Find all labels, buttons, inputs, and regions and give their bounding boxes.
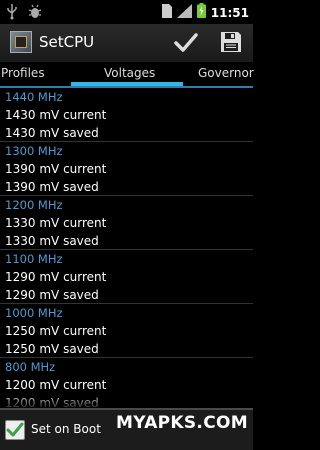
current-voltage: 1290 mV current: [5, 270, 107, 284]
frequency-label: 800 MHz: [5, 360, 56, 374]
list-item[interactable]: 1100 MHz 1290 mV current 1290 mV saved: [0, 250, 253, 304]
clock: 11:51: [210, 5, 249, 20]
saved-voltage: 1200 mV saved: [5, 396, 99, 408]
app-title: SetCPU: [39, 33, 95, 51]
current-voltage: 1200 mV current: [5, 378, 107, 392]
saved-voltage: 1390 mV saved: [5, 180, 99, 194]
action-bar: SetCPU: [0, 24, 253, 63]
list-item[interactable]: 1200 MHz 1330 mV current 1330 mV saved: [0, 196, 253, 250]
frequency-label: 1100 MHz: [5, 252, 63, 266]
frequency-label: 1000 MHz: [5, 306, 63, 320]
save-icon[interactable]: [219, 30, 243, 54]
current-voltage: 1330 mV current: [5, 216, 107, 230]
frequency-label: 1300 MHz: [5, 144, 63, 158]
tab-bar: Profiles Voltages Governor: [0, 62, 254, 88]
saved-voltage: 1430 mV saved: [5, 126, 99, 140]
saved-voltage: 1330 mV saved: [5, 234, 99, 248]
list-item[interactable]: 1440 MHz 1430 mV current 1430 mV saved: [0, 88, 253, 142]
voltage-list[interactable]: 1440 MHz 1430 mV current 1430 mV saved 1…: [0, 88, 253, 408]
tab-profiles[interactable]: Profiles: [1, 66, 45, 80]
current-voltage: 1250 mV current: [5, 324, 107, 338]
battery-icon: [196, 3, 206, 22]
set-on-boot-checkbox[interactable]: [5, 420, 25, 440]
frequency-label: 1440 MHz: [5, 90, 63, 104]
tab-voltages[interactable]: Voltages: [104, 66, 155, 80]
status-bar: 11:51: [0, 0, 253, 24]
watermark: MYAPKS.COM: [116, 413, 248, 433]
list-item[interactable]: 800 MHz 1200 mV current 1200 mV saved: [0, 358, 253, 408]
signal-icon: [176, 3, 192, 22]
saved-voltage: 1250 mV saved: [5, 342, 99, 356]
current-voltage: 1390 mV current: [5, 162, 107, 176]
active-tab-indicator: [71, 82, 183, 86]
tab-governor[interactable]: Governor: [198, 66, 254, 80]
usb-icon: [6, 4, 18, 24]
set-on-boot-label[interactable]: Set on Boot: [31, 422, 101, 436]
checkmark-icon: [6, 422, 24, 437]
usb-debug-icon: [28, 4, 42, 24]
sim-icon: [161, 3, 172, 22]
saved-voltage: 1290 mV saved: [5, 288, 99, 302]
frequency-label: 1200 MHz: [5, 198, 63, 212]
list-item[interactable]: 1000 MHz 1250 mV current 1250 mV saved: [0, 304, 253, 358]
check-icon[interactable]: [173, 30, 199, 56]
list-item[interactable]: 1300 MHz 1390 mV current 1390 mV saved: [0, 142, 253, 196]
app-logo-icon: [10, 31, 32, 53]
current-voltage: 1430 mV current: [5, 108, 107, 122]
